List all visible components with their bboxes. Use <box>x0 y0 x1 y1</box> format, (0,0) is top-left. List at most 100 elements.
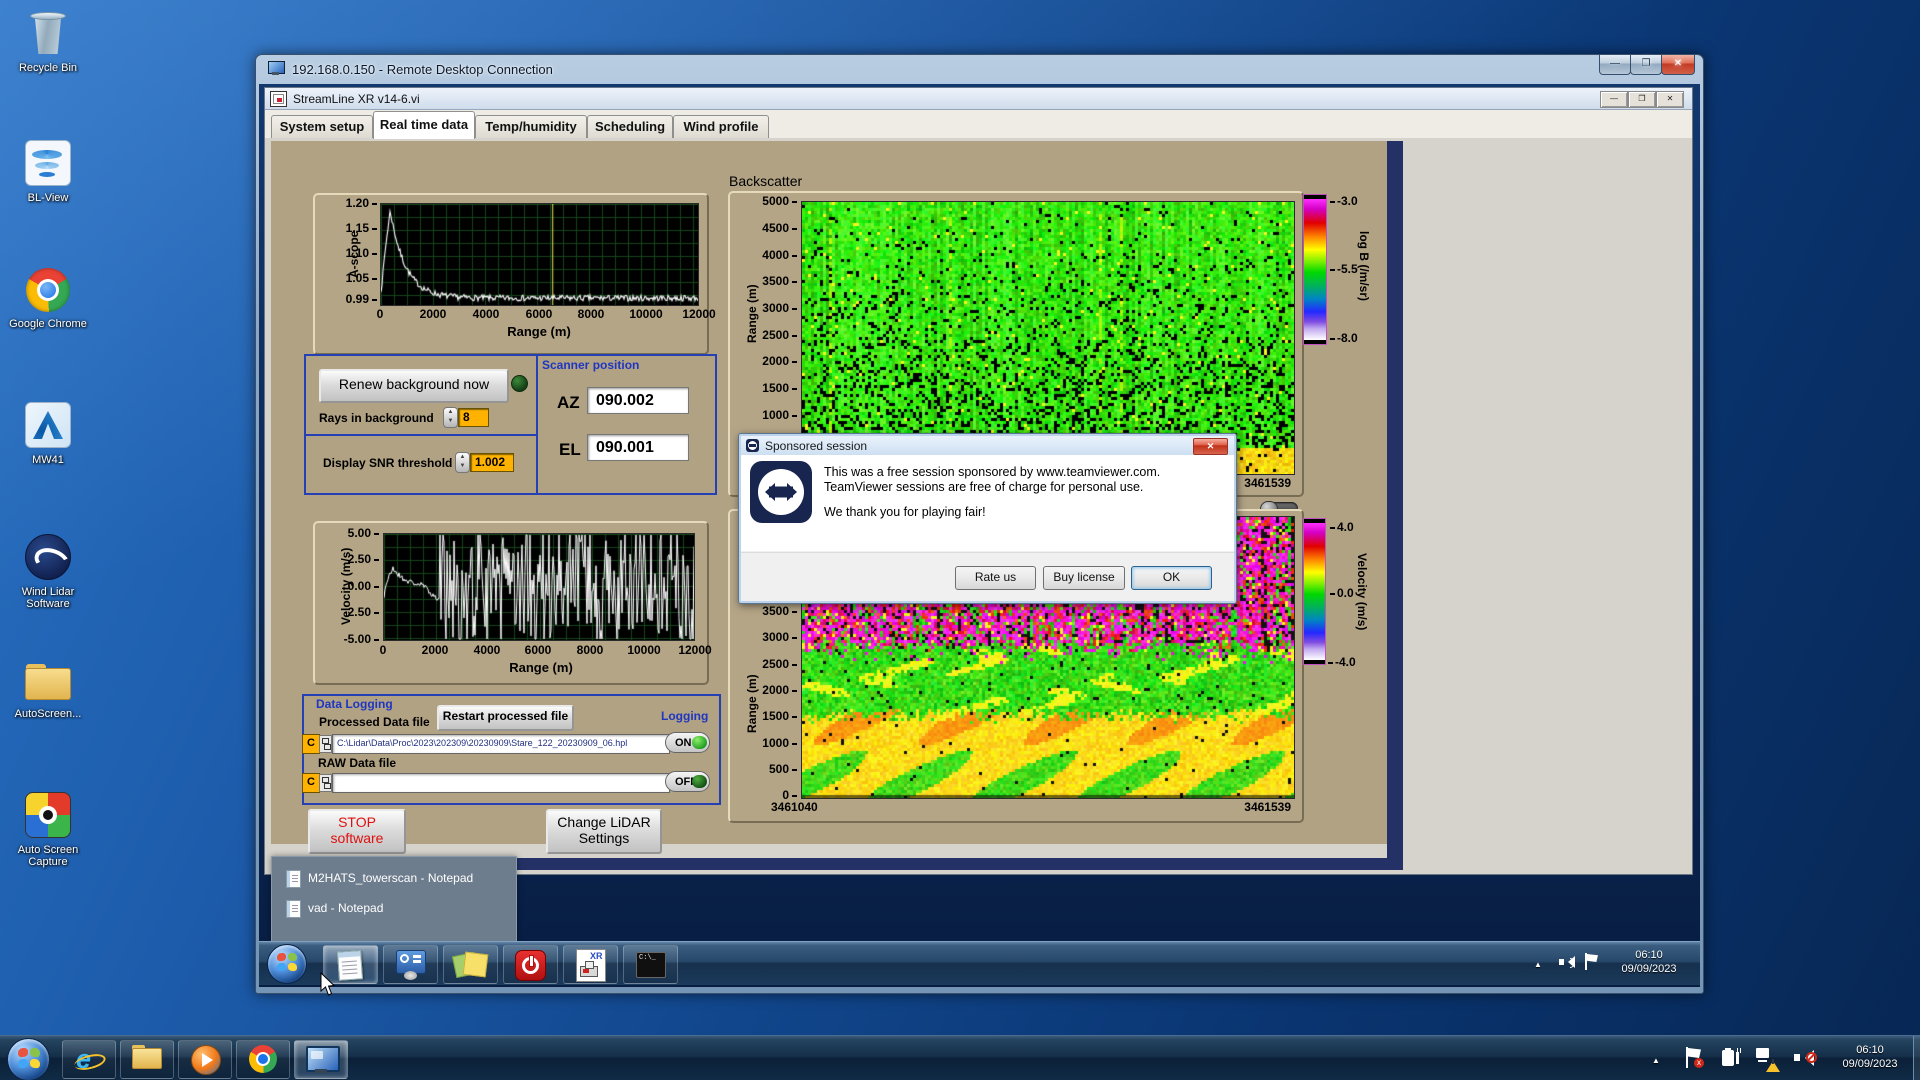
rdp-titlebar[interactable]: 192.168.0.150 - Remote Desktop Connectio… <box>256 55 1703 84</box>
snr-value[interactable]: 1.002 <box>470 453 514 472</box>
axis-tick: 2000 <box>755 684 797 696</box>
off-led <box>692 775 707 788</box>
tab-wind-profile[interactable]: Wind profile <box>673 115 769 138</box>
az-value[interactable]: 090.002 <box>587 387 689 414</box>
scanner-position-title: Scanner position <box>542 358 640 372</box>
axis-tick: 2000 <box>419 307 447 321</box>
app-minimize-button[interactable]: — <box>1600 91 1628 108</box>
panel-border-right <box>1387 141 1403 858</box>
ok-button[interactable]: OK <box>1131 566 1212 590</box>
tab-system-setup[interactable]: System setup <box>271 115 373 138</box>
scanner-position-box <box>536 354 717 495</box>
restart-processed-file-button[interactable]: Restart processed file <box>437 705 574 731</box>
remote-clock[interactable]: 06:10 09/09/2023 <box>1604 948 1694 976</box>
processed-path-field[interactable]: C:\Lidar\Data\Proc\2023\202309\20230909\… <box>332 734 670 754</box>
velocity-plot[interactable] <box>383 533 695 641</box>
taskbar-explorer-button[interactable] <box>120 1040 174 1079</box>
tab-scheduling[interactable]: Scheduling <box>587 115 673 138</box>
dialog-body: This was a free session sponsored by www… <box>741 455 1234 551</box>
axis-tick: 3500 <box>755 275 797 287</box>
buy-license-button[interactable]: Buy license <box>1043 566 1125 590</box>
host-taskbar: e ▲ x 06:10 09/09/2023 <box>0 1035 1920 1080</box>
axis-tick: 0 <box>376 307 384 321</box>
change-lidar-settings-button[interactable]: Change LiDAR Settings <box>546 809 662 854</box>
axis-tick: -2.50 <box>337 606 379 618</box>
snr-spinner[interactable]: ▲ ▼ <box>455 452 470 473</box>
taskbar-ie-button[interactable]: e <box>62 1040 116 1079</box>
axis-tick: 2500 <box>755 658 797 670</box>
app-titlebar[interactable]: StreamLine XR v14-6.vi — ❐ ✕ <box>265 88 1692 110</box>
action-center-flag-icon[interactable]: x <box>1686 1047 1704 1068</box>
stop-software-button[interactable]: STOP software <box>308 809 406 854</box>
renew-background-button[interactable]: Renew background now <box>319 369 509 403</box>
network-icon[interactable] <box>1756 1048 1780 1072</box>
data-logging-title: Data Logging <box>316 697 393 711</box>
taskbar-media-player-button[interactable] <box>178 1040 232 1079</box>
colorbar-tick: -3.0 <box>1330 195 1358 207</box>
desktop-icon-autoscreen-folder[interactable]: AutoScreen... <box>2 664 94 720</box>
velocity-colorbar <box>1303 518 1326 665</box>
backscatter-title: Backscatter <box>729 173 803 189</box>
dialog-close-button[interactable]: ✕ <box>1193 438 1228 455</box>
app-maximize-button[interactable]: ❐ <box>1628 91 1656 108</box>
raw-logging-toggle[interactable]: OFF <box>665 771 710 792</box>
ascope-plot[interactable] <box>380 203 699 306</box>
tray-expand-icon[interactable]: ▲ <box>1652 1054 1660 1068</box>
taskbar-sticky-notes-button[interactable] <box>443 945 498 984</box>
teamviewer-mini-icon <box>746 439 759 452</box>
taskbar-display-settings-button[interactable] <box>383 945 438 984</box>
jumplist-item[interactable]: M2HATS_towerscan - Notepad <box>280 865 508 891</box>
desktop-icon-wind-lidar[interactable]: Wind Lidar Software <box>2 534 94 610</box>
volume-icon[interactable] <box>1559 955 1575 969</box>
taskbar-xr-app-button[interactable]: XR <box>563 945 618 984</box>
el-value[interactable]: 090.001 <box>587 434 689 461</box>
notepad-icon <box>337 950 363 981</box>
sticky-note-icon <box>462 951 489 978</box>
rdp-close-button[interactable]: ✕ <box>1661 55 1695 75</box>
desktop-icon-recycle-bin[interactable]: Recycle Bin <box>2 10 94 74</box>
rays-spinner[interactable]: ▲ ▼ <box>443 407 458 428</box>
rdp-minimize-button[interactable]: — <box>1599 55 1631 75</box>
axis-tick: 4000 <box>473 643 501 657</box>
rate-us-button[interactable]: Rate us <box>955 566 1036 590</box>
colorbar-tick: -4.0 <box>1328 656 1356 668</box>
processed-logging-toggle[interactable]: ON <box>665 732 710 753</box>
volume-muted-icon[interactable] <box>1794 1048 1818 1067</box>
desktop-icon-google-chrome[interactable]: Google Chrome <box>2 268 94 330</box>
media-player-icon <box>191 1045 221 1075</box>
axis-tick: 3000 <box>755 302 797 314</box>
taskbar-cmd-button[interactable]: C:\_ <box>623 945 678 984</box>
raw-path-field[interactable] <box>332 773 670 793</box>
taskbar-rdp-button[interactable] <box>294 1040 348 1079</box>
colorbar-tick: 4.0 <box>1330 521 1354 533</box>
rdp-maximize-button[interactable]: ❐ <box>1630 55 1662 75</box>
battery-icon[interactable] <box>1722 1048 1744 1067</box>
show-desktop-button[interactable] <box>1913 1036 1920 1080</box>
command-prompt-icon: C:\_ <box>636 952 666 978</box>
axis-tick: 4500 <box>755 222 797 234</box>
tab-temp-humidity[interactable]: Temp/humidity <box>475 115 587 138</box>
desktop-icon-auto-screen-capture[interactable]: Auto Screen Capture <box>2 792 94 868</box>
start-button[interactable] <box>7 1038 50 1080</box>
host-clock[interactable]: 06:10 09/09/2023 <box>1828 1043 1912 1071</box>
raw-drive-box[interactable]: C <box>302 773 320 793</box>
tray-expand-icon[interactable]: ▲ <box>1534 958 1542 972</box>
tab-real-time-data[interactable]: Real time data <box>373 111 475 139</box>
logging-label: Logging <box>661 709 709 723</box>
remote-start-button[interactable] <box>267 944 307 984</box>
action-center-flag-icon[interactable] <box>1585 953 1599 970</box>
jumplist-item[interactable]: vad - Notepad <box>280 895 508 921</box>
on-led <box>692 736 707 749</box>
dialog-titlebar[interactable]: Sponsored session ✕ <box>741 436 1234 455</box>
desktop-icon-mw41[interactable]: MW41 <box>2 402 94 466</box>
axis-tick: 500 <box>755 763 797 775</box>
dialog-footer: Rate us Buy license OK <box>741 552 1234 601</box>
desktop-icon-bl-view[interactable]: BL-View <box>2 140 94 204</box>
taskbar-chrome-button[interactable] <box>236 1040 290 1079</box>
taskbar-shutdown-app-button[interactable] <box>503 945 558 984</box>
rays-value[interactable]: 8 <box>458 408 489 427</box>
processed-drive-box[interactable]: C <box>302 734 320 754</box>
dialog-text-line1: This was a free session sponsored by www… <box>824 465 1161 479</box>
recycle-bin-icon <box>30 10 66 56</box>
app-close-button[interactable]: ✕ <box>1656 91 1684 108</box>
